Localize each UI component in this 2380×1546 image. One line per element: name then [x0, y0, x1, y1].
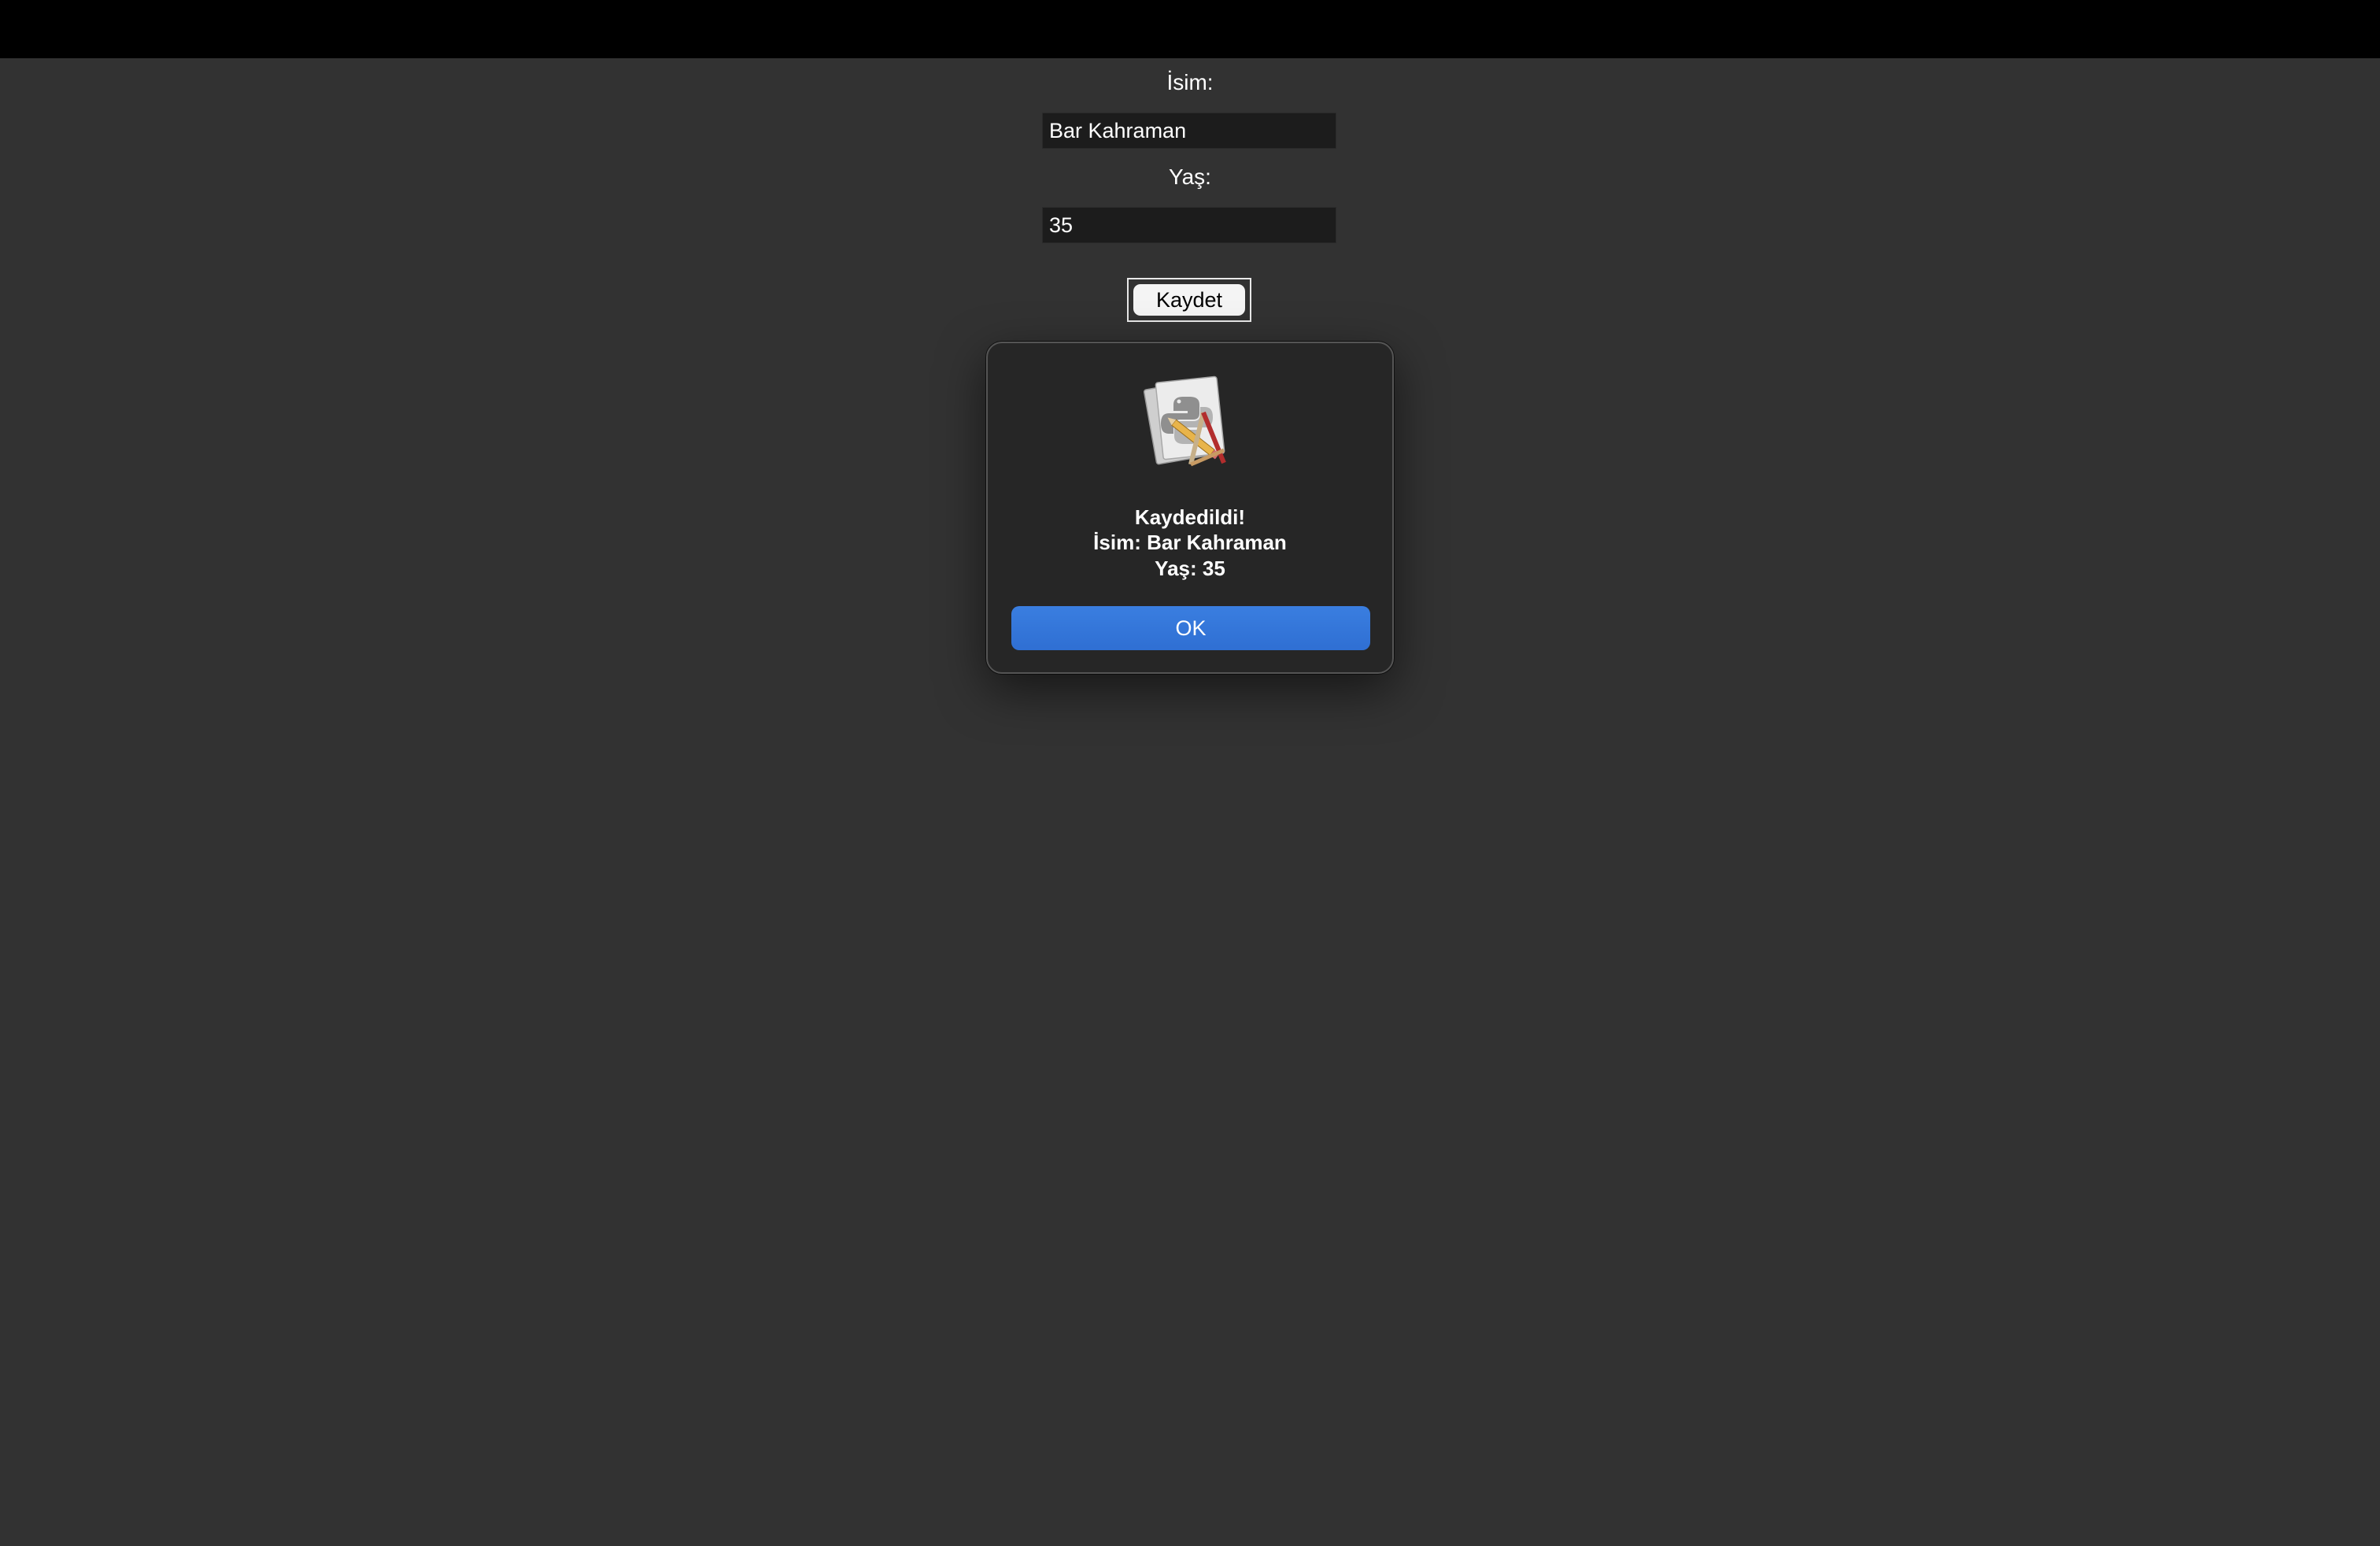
name-label: İsim: [1166, 70, 1214, 94]
name-input[interactable] [1042, 113, 1336, 149]
age-label: Yaş: [1169, 165, 1211, 189]
python-launcher-icon [1143, 375, 1226, 467]
alert-title: Kaydedildi! [1134, 505, 1246, 529]
age-input[interactable] [1042, 207, 1336, 243]
alert-age-line: Yaş: 35 [1155, 557, 1225, 580]
saved-alert-dialog: Kaydedildi! İsim: Bar Kahraman Yaş: 35 O… [986, 342, 1394, 674]
save-button-focus-ring: Kaydet [1127, 278, 1251, 322]
alert-name-line: İsim: Bar Kahraman [1093, 531, 1287, 554]
ok-button[interactable]: OK [1011, 606, 1370, 650]
top-menu-bar [0, 0, 2380, 58]
save-button[interactable]: Kaydet [1133, 284, 1245, 316]
